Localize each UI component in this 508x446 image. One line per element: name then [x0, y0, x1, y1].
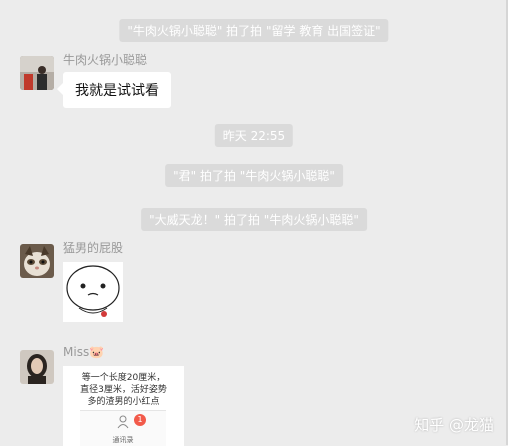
image-text-line: 多的渣男的小红点: [87, 397, 160, 407]
sticker-message[interactable]: [63, 262, 123, 322]
image-text-line: 等一个长度20厘米，: [81, 373, 166, 383]
sender-name: 牛肉火锅小聪聪: [63, 53, 148, 67]
image-text: 等一个长度20厘米， 直径3厘米，活好姿势 多的渣男的小红点: [63, 366, 184, 408]
sender-name: 猛男的屁股: [63, 241, 124, 255]
unread-badge: 1: [134, 414, 146, 426]
message-bubble[interactable]: 我就是试试看: [57, 72, 171, 108]
system-message-pat: "大威天龙！" 拍了拍 "牛肉火锅小聪聪": [141, 208, 367, 231]
pig-emoji-icon: 🐷: [89, 345, 105, 359]
timestamp: 昨天 22:55: [214, 124, 294, 147]
contacts-icon: [117, 415, 129, 429]
avatar[interactable]: [20, 56, 54, 90]
cat-avatar-icon: [20, 244, 54, 278]
avatar-photo-icon: [20, 350, 54, 384]
image-text-line: 直径3厘米，活好姿势: [80, 385, 167, 395]
avatar[interactable]: [20, 350, 54, 384]
image-message[interactable]: 等一个长度20厘米， 直径3厘米，活好姿势 多的渣男的小红点 1 通讯录: [63, 366, 184, 446]
avatar[interactable]: [20, 244, 54, 278]
watermark: 知乎 @龙猫: [414, 416, 494, 434]
system-message-pat: "牛肉火锅小聪聪" 拍了拍 "留学 教育 出国签证": [119, 19, 389, 42]
system-message-pat: "君" 拍了拍 "牛肉火锅小聪聪": [165, 164, 343, 187]
avatar-photo-icon: [20, 56, 54, 90]
sender-name-text: Miss: [63, 345, 90, 359]
sender-name: Miss🐷: [63, 345, 104, 359]
tab-label: 通讯录: [112, 436, 134, 444]
contacts-tab: 1 通讯录: [80, 410, 166, 446]
sticker-face-icon: [63, 262, 123, 322]
